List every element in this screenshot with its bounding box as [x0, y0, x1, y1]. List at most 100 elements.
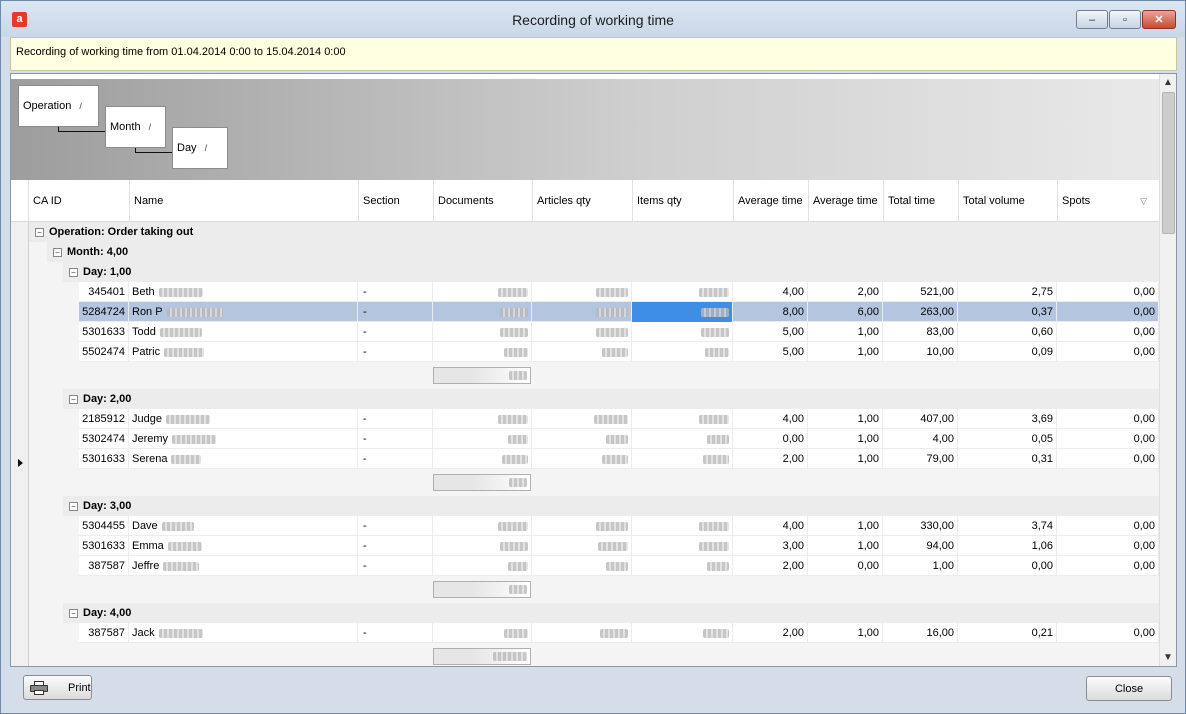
cell-items-qty[interactable]: [632, 322, 733, 342]
cell-ca-id[interactable]: 5284724: [79, 302, 129, 322]
cell-articles-qty[interactable]: [532, 623, 632, 643]
group-chip-day[interactable]: Day /: [172, 127, 228, 169]
cell-average-time[interactable]: 4,00: [733, 409, 808, 429]
cell-name[interactable]: Patric: [129, 342, 358, 362]
cell-ca-id[interactable]: 5301633: [79, 322, 129, 342]
cell-name[interactable]: Todd: [129, 322, 358, 342]
cell-section[interactable]: -: [358, 536, 433, 556]
table-row[interactable]: 5304455 Dave - 4,00 1,00 330,00 3,74 0,00: [79, 516, 1159, 536]
cell-documents[interactable]: [433, 282, 532, 302]
cell-average-time[interactable]: 4,00: [733, 516, 808, 536]
maximize-button[interactable]: ▫: [1109, 10, 1141, 29]
cell-items-qty[interactable]: [632, 342, 733, 362]
cell-average-time-2[interactable]: 1,00: [808, 536, 883, 556]
print-button[interactable]: Print: [23, 675, 92, 700]
cell-average-time-2[interactable]: 1,00: [808, 449, 883, 469]
group-chip-operation[interactable]: Operation /: [18, 85, 99, 127]
cell-average-time-2[interactable]: 1,00: [808, 429, 883, 449]
cell-name[interactable]: Jack: [129, 623, 358, 643]
cell-documents[interactable]: [433, 342, 532, 362]
cell-section[interactable]: -: [358, 556, 433, 576]
cell-documents[interactable]: [433, 449, 532, 469]
group-row-operation[interactable]: − Operation: Order taking out: [29, 222, 1159, 242]
cell-items-qty[interactable]: [632, 409, 733, 429]
cell-items-qty[interactable]: [632, 556, 733, 576]
table-row[interactable]: 5284724 Ron P - 8,00 6,00 263,00 0,37 0,00: [79, 302, 1159, 322]
cell-spots[interactable]: 0,00: [1057, 623, 1159, 643]
cell-total-time[interactable]: 1,00: [883, 556, 958, 576]
table-row[interactable]: 5302474 Jeremy -0,00 1,00 4,00 0,05 0,00: [79, 429, 1159, 449]
column-header-items-qty[interactable]: Items qty: [632, 180, 733, 222]
cell-total-volume[interactable]: 0,21: [958, 623, 1057, 643]
table-row[interactable]: 345401 Beth - 4,00 2,00 521,00 2,75 0,00: [79, 282, 1159, 302]
cell-average-time-2[interactable]: 0,00: [808, 556, 883, 576]
cell-total-volume[interactable]: 0,37: [958, 302, 1057, 322]
table-row[interactable]: 5301633 Serena - 2,00 1,00 79,00 0,31 0,00: [79, 449, 1159, 469]
cell-section[interactable]: -: [358, 322, 433, 342]
cell-name[interactable]: Emma: [129, 536, 358, 556]
close-window-button[interactable]: ✕: [1142, 10, 1176, 29]
cell-average-time-2[interactable]: 1,00: [808, 322, 883, 342]
cell-section[interactable]: -: [358, 302, 433, 322]
cell-documents[interactable]: [433, 536, 532, 556]
cell-total-volume[interactable]: 0,05: [958, 429, 1057, 449]
cell-documents[interactable]: [433, 516, 532, 536]
cell-average-time-2[interactable]: 1,00: [808, 409, 883, 429]
cell-average-time[interactable]: 5,00: [733, 342, 808, 362]
cell-section[interactable]: -: [358, 282, 433, 302]
cell-spots[interactable]: 0,00: [1057, 536, 1159, 556]
cell-name[interactable]: Jeremy: [129, 429, 358, 449]
scroll-down-icon[interactable]: ▼: [1160, 649, 1176, 666]
cell-average-time[interactable]: 3,00: [733, 536, 808, 556]
table-row[interactable]: 2185912 Judge - 4,00 1,00 407,00 3,69 0,00: [79, 409, 1159, 429]
table-row[interactable]: 5301633 Todd - 5,00 1,00 83,00 0,60 0,00: [79, 322, 1159, 342]
collapse-icon[interactable]: −: [69, 608, 78, 618]
cell-articles-qty[interactable]: [532, 556, 632, 576]
cell-ca-id[interactable]: 387587: [79, 623, 129, 643]
cell-name[interactable]: Ron P: [129, 302, 358, 322]
group-row-day-3[interactable]: − Day: 3,00: [63, 496, 1159, 516]
cell-name[interactable]: Judge: [129, 409, 358, 429]
cell-total-volume[interactable]: 2,75: [958, 282, 1057, 302]
cell-items-qty[interactable]: [632, 429, 733, 449]
minimize-button[interactable]: –: [1076, 10, 1108, 29]
column-header-total-volume[interactable]: Total volume: [958, 180, 1057, 222]
table-row[interactable]: 5502474 Patric - 5,00 1,00 10,00 0,09 0,00: [79, 342, 1159, 362]
column-header-articles-qty[interactable]: Articles qty: [532, 180, 632, 222]
cell-spots[interactable]: 0,00: [1057, 429, 1159, 449]
collapse-icon[interactable]: −: [53, 247, 62, 257]
cell-ca-id[interactable]: 5304455: [79, 516, 129, 536]
collapse-icon[interactable]: −: [69, 267, 78, 277]
cell-items-qty[interactable]: [632, 536, 733, 556]
group-row-day-1[interactable]: − Day: 1,00: [63, 262, 1159, 282]
cell-articles-qty[interactable]: [532, 429, 632, 449]
cell-articles-qty[interactable]: [532, 282, 632, 302]
cell-total-time[interactable]: 10,00: [883, 342, 958, 362]
cell-ca-id[interactable]: 5301633: [79, 449, 129, 469]
close-button[interactable]: Close: [1086, 676, 1172, 701]
column-header-average-time-2[interactable]: Average time: [808, 180, 883, 222]
cell-total-time[interactable]: 330,00: [883, 516, 958, 536]
cell-total-volume[interactable]: 1,06: [958, 536, 1057, 556]
scroll-thumb[interactable]: [1162, 92, 1175, 234]
cell-total-time[interactable]: 521,00: [883, 282, 958, 302]
cell-section[interactable]: -: [358, 623, 433, 643]
cell-total-time[interactable]: 4,00: [883, 429, 958, 449]
column-header-name[interactable]: Name: [129, 180, 358, 222]
vertical-scrollbar[interactable]: ▲ ▼: [1159, 74, 1176, 666]
cell-average-time-2[interactable]: 1,00: [808, 516, 883, 536]
cell-ca-id[interactable]: 387587: [79, 556, 129, 576]
column-header-total-time[interactable]: Total time: [883, 180, 958, 222]
cell-ca-id[interactable]: 2185912: [79, 409, 129, 429]
cell-spots[interactable]: 0,00: [1057, 516, 1159, 536]
column-header-documents[interactable]: Documents: [433, 180, 532, 222]
cell-total-time[interactable]: 16,00: [883, 623, 958, 643]
cell-average-time[interactable]: 2,00: [733, 449, 808, 469]
cell-name[interactable]: Serena: [129, 449, 358, 469]
cell-items-qty[interactable]: [632, 516, 733, 536]
cell-average-time[interactable]: 5,00: [733, 322, 808, 342]
cell-total-volume[interactable]: 3,69: [958, 409, 1057, 429]
column-header-section[interactable]: Section: [358, 180, 433, 222]
cell-name[interactable]: Dave: [129, 516, 358, 536]
scroll-up-icon[interactable]: ▲: [1160, 74, 1176, 91]
